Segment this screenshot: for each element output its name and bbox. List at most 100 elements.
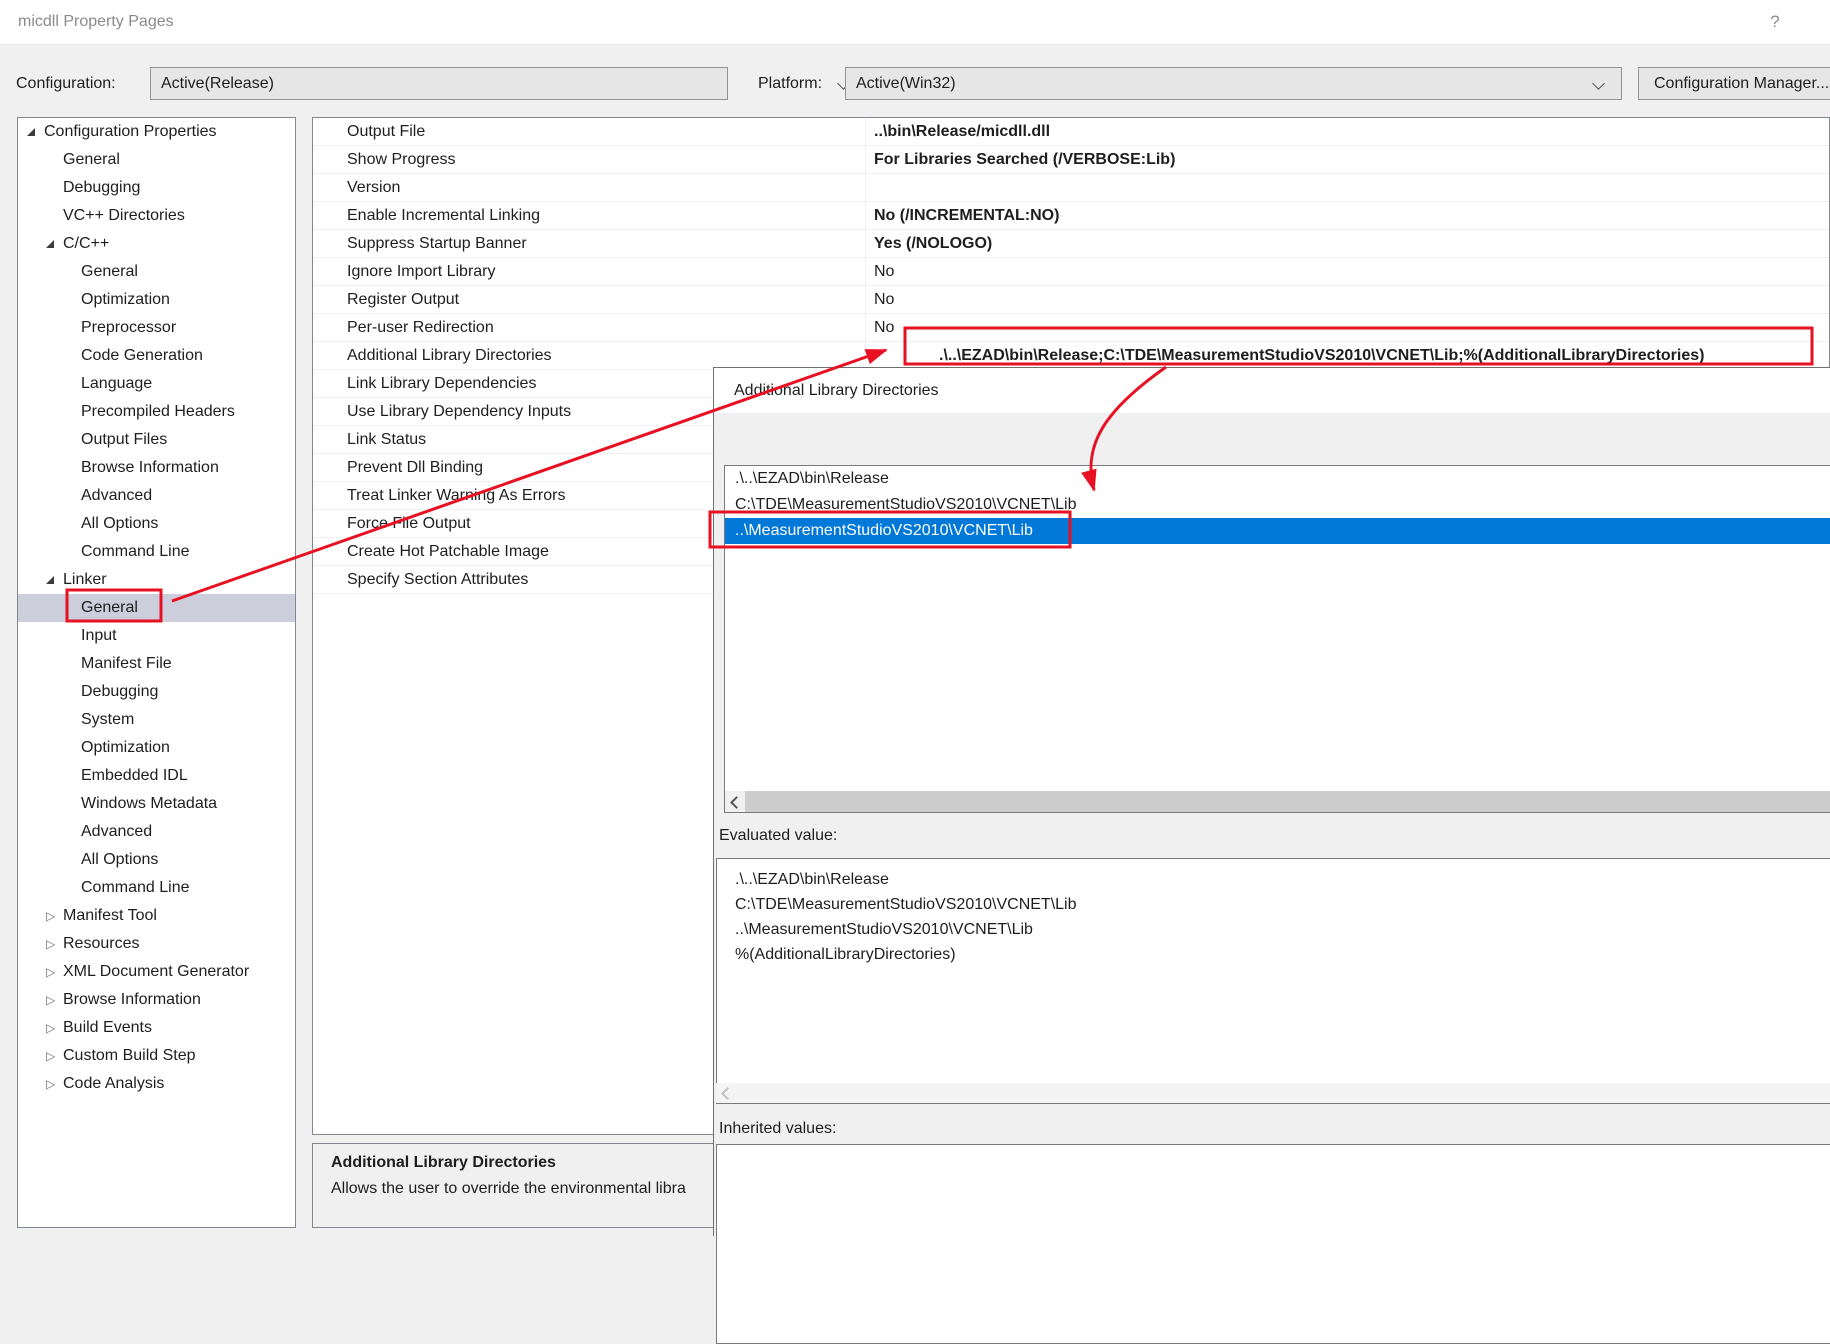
sidebar-item-vc-directories[interactable]: VC++ Directories [18,202,295,230]
sidebar-item-advanced[interactable]: Advanced [18,482,295,510]
sidebar-item-optimization[interactable]: Optimization [18,734,295,762]
directory-list-item[interactable]: .\..\EZAD\bin\Release [725,466,1830,492]
property-name: Suppress Startup Banner [347,230,527,257]
tree-collapsed-icon[interactable]: ▷ [46,986,55,1014]
directory-list-item[interactable]: ..\MeasurementStudioVS2010\VCNET\Lib [725,518,1830,544]
tree-collapsed-icon[interactable]: ▷ [46,1070,55,1098]
property-value[interactable]: ..\bin\Release/micdll.dll [865,118,1050,145]
sidebar-item-precompiled-headers[interactable]: Precompiled Headers [18,398,295,426]
sidebar-item-debugging[interactable]: Debugging [18,174,295,202]
sidebar-item-system[interactable]: System [18,706,295,734]
dialog-titlebar[interactable]: Additional Library Directories [714,368,1830,413]
tree-item-label: General [63,146,120,174]
property-name: Use Library Dependency Inputs [347,398,571,425]
tree-item-label: Linker [63,566,107,594]
sidebar-item-linker[interactable]: Linker [18,566,295,594]
sidebar-item-all-options[interactable]: All Options [18,846,295,874]
property-name: Version [347,174,400,201]
evaluated-value-line: %(AdditionalLibraryDirectories) [735,942,1830,967]
property-value[interactable]: Yes (/NOLOGO) [865,230,992,257]
property-row-per-user-redirection[interactable]: Per-user RedirectionNo [313,314,1829,342]
property-value[interactable]: .\..\EZAD\bin\Release;C:\TDE\Measurement… [865,342,1704,369]
sidebar-item-general[interactable]: General [18,594,295,622]
sidebar-item-build-events[interactable]: ▷ Build Events [18,1014,295,1042]
sidebar-item-xml-document-generator[interactable]: ▷ XML Document Generator [18,958,295,986]
tree-item-label: Resources [63,930,139,958]
property-row-suppress-startup-banner[interactable]: Suppress Startup Banner Yes (/NOLOGO) [313,230,1829,258]
configuration-tree: Configuration PropertiesGeneralDebugging… [17,117,296,1228]
scrollbar-thumb[interactable] [745,791,1830,812]
property-value[interactable]: No [865,258,894,285]
sidebar-item-input[interactable]: Input [18,622,295,650]
scroll-left-button[interactable] [725,791,744,812]
sidebar-item-advanced[interactable]: Advanced [18,818,295,846]
property-row-show-progress[interactable]: Show ProgressFor Libraries Searched (/VE… [313,146,1829,174]
sidebar-item-windows-metadata[interactable]: Windows Metadata [18,790,295,818]
property-row-additional-library-directories[interactable]: Additional Library Directories.\..\EZAD\… [313,342,1829,370]
configuration-dropdown[interactable]: Active(Release) [150,67,728,100]
sidebar-item-browse-information[interactable]: ▷ Browse Information [18,986,295,1014]
tree-collapsed-icon[interactable]: ▷ [46,1042,55,1070]
sidebar-item-manifest-file[interactable]: Manifest File [18,650,295,678]
property-name: Force File Output [347,510,471,537]
sidebar-item-command-line[interactable]: Command Line [18,538,295,566]
property-value[interactable]: For Libraries Searched (/VERBOSE:Lib) [865,146,1175,173]
tree-item-label: Code Analysis [63,1070,164,1098]
sidebar-item-code-analysis[interactable]: ▷ Code Analysis [18,1070,295,1098]
horizontal-scrollbar-disabled[interactable] [716,1083,1830,1103]
sidebar-item-c-c-[interactable]: C/C++ [18,230,295,258]
tree-expanded-icon[interactable] [46,240,54,248]
tree-collapsed-icon[interactable]: ▷ [46,930,55,958]
property-row-version[interactable]: Version [313,174,1829,202]
sidebar-item-browse-information[interactable]: Browse Information [18,454,295,482]
horizontal-scrollbar[interactable] [725,791,1830,812]
sidebar-item-configuration-properties[interactable]: Configuration Properties [18,118,295,146]
sidebar-item-output-files[interactable]: Output Files [18,426,295,454]
sidebar-item-optimization[interactable]: Optimization [18,286,295,314]
tree-expanded-icon[interactable] [46,576,54,584]
tree-item-label: Build Events [63,1014,152,1042]
sidebar-item-custom-build-step[interactable]: ▷Custom Build Step [18,1042,295,1070]
sidebar-item-preprocessor[interactable]: Preprocessor [18,314,295,342]
sidebar-item-debugging[interactable]: Debugging [18,678,295,706]
help-icon[interactable]: ? [1762,0,1788,44]
property-name: Treat Linker Warning As Errors [347,482,565,509]
tree-item-label: Advanced [81,818,152,846]
property-row-ignore-import-library[interactable]: Ignore Import LibraryNo [313,258,1829,286]
tree-collapsed-icon[interactable]: ▷ [46,1014,55,1042]
tree-collapsed-icon[interactable]: ▷ [46,958,55,986]
sidebar-item-manifest-tool[interactable]: ▷Manifest Tool [18,902,295,930]
platform-dropdown[interactable]: Active(Win32) [845,67,1622,100]
property-row-enable-incremental-linking[interactable]: Enable Incremental LinkingNo (/INCREMENT… [313,202,1829,230]
directory-list-item[interactable]: C:\TDE\MeasurementStudioVS2010\VCNET\Lib [725,492,1830,518]
evaluated-value-line: C:\TDE\MeasurementStudioVS2010\VCNET\Lib [735,892,1830,917]
sidebar-item-general[interactable]: General [18,146,295,174]
evaluated-value-line: ..\MeasurementStudioVS2010\VCNET\Lib [735,917,1830,942]
tree-item-label: Manifest File [81,650,172,678]
tree-item-label: Optimization [81,734,170,762]
directories-list: .\..\EZAD\bin\ReleaseC:\TDE\MeasurementS… [724,465,1830,813]
evaluated-value-line: .\..\EZAD\bin\Release [735,867,1830,892]
sidebar-item-language[interactable]: Language [18,370,295,398]
configuration-manager-button[interactable]: Configuration Manager... [1638,67,1830,100]
sidebar-item-resources[interactable]: ▷ Resources [18,930,295,958]
dialog-title: Additional Library Directories [734,368,939,413]
property-name: Link Library Dependencies [347,370,536,397]
tree-item-label: XML Document Generator [63,958,249,986]
sidebar-item-code-generation[interactable]: Code Generation [18,342,295,370]
tree-item-label: Input [81,622,117,650]
sidebar-item-general[interactable]: General [18,258,295,286]
tree-item-label: Browse Information [63,986,201,1014]
property-row-output-file[interactable]: Output File..\bin\Release/micdll.dll [313,118,1829,146]
property-row-register-output[interactable]: Register OutputNo [313,286,1829,314]
sidebar-item-command-line[interactable]: Command Line [18,874,295,902]
tree-expanded-icon[interactable] [27,128,35,136]
sidebar-item-embedded-idl[interactable]: Embedded IDL [18,762,295,790]
property-value[interactable]: No [865,314,894,341]
sidebar-item-all-options[interactable]: All Options [18,510,295,538]
property-value[interactable]: No (/INCREMENTAL:NO) [865,202,1059,229]
property-value[interactable]: No [865,286,894,313]
tree-item-label: Configuration Properties [44,118,217,146]
tree-collapsed-icon[interactable]: ▷ [46,902,55,930]
chevron-left-icon [730,796,743,809]
